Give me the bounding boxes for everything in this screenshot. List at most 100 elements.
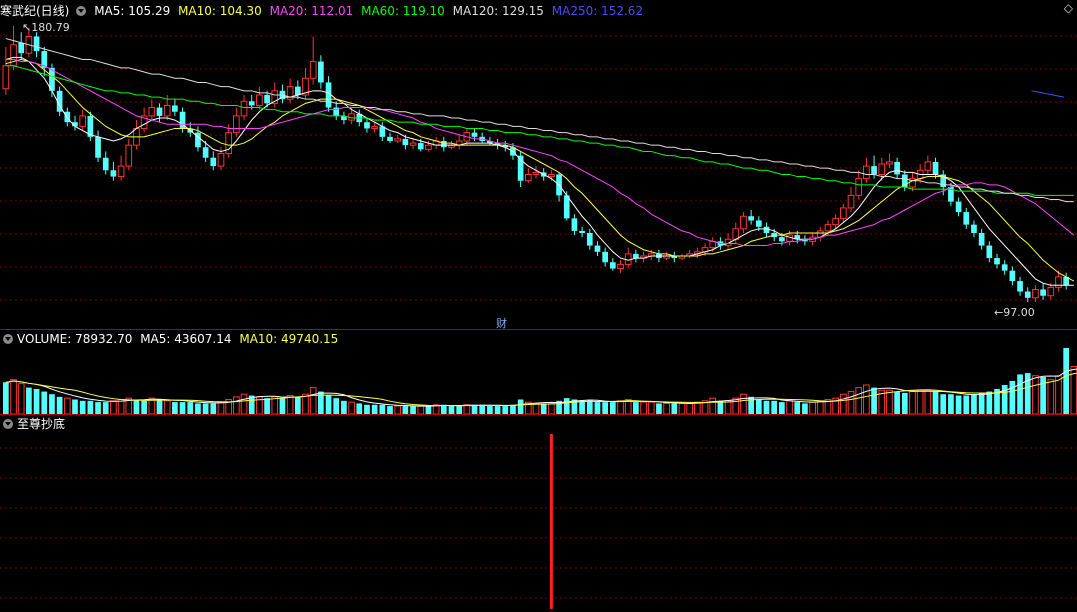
candle-body bbox=[855, 178, 863, 196]
volume-bar bbox=[871, 387, 877, 414]
low-annotation: ←97.00 bbox=[994, 306, 1035, 319]
volume-bar bbox=[79, 400, 86, 414]
volume-bar bbox=[740, 393, 747, 415]
candle-body bbox=[309, 61, 317, 79]
volume-bar bbox=[233, 396, 240, 415]
volume-bar bbox=[971, 394, 977, 414]
candle-body bbox=[117, 165, 125, 178]
volume-bar bbox=[63, 397, 71, 415]
volume-bar bbox=[894, 391, 900, 414]
volume-bar bbox=[656, 403, 662, 414]
volume-bar bbox=[309, 387, 317, 415]
candle-body bbox=[824, 224, 832, 232]
volume-bar bbox=[240, 393, 248, 415]
volume-bar bbox=[341, 400, 347, 414]
candle-body bbox=[202, 147, 209, 158]
volume-bar bbox=[901, 392, 908, 414]
finance-marker[interactable]: 财 bbox=[496, 315, 507, 331]
volume-bar bbox=[448, 406, 455, 414]
volume-bar bbox=[294, 396, 301, 414]
ma-line-ma120_a bbox=[5, 38, 1074, 203]
volume-bar bbox=[786, 400, 793, 415]
volume-bar bbox=[732, 397, 740, 415]
volume-bar bbox=[755, 399, 762, 414]
vol-ma10-label: MA10: 49740.15 bbox=[239, 332, 339, 346]
volume-bar bbox=[594, 402, 601, 414]
candle-body bbox=[586, 233, 593, 246]
candle-body bbox=[95, 136, 101, 158]
volume-bar bbox=[839, 393, 847, 415]
candle-body bbox=[609, 262, 616, 269]
candle-body bbox=[102, 157, 109, 171]
volume-bar bbox=[33, 388, 40, 414]
volume-bar bbox=[271, 396, 279, 415]
volume-bar bbox=[510, 404, 516, 414]
dropdown-icon[interactable] bbox=[76, 6, 87, 16]
candle-body bbox=[18, 42, 25, 54]
candle-body bbox=[594, 245, 601, 252]
candle-body bbox=[210, 157, 217, 167]
volume-bar bbox=[302, 393, 309, 415]
volume-bar bbox=[963, 395, 970, 414]
volume-bar bbox=[709, 397, 717, 415]
candle-body bbox=[1032, 288, 1039, 299]
candle-body bbox=[240, 100, 248, 117]
candle-body bbox=[110, 170, 117, 177]
candle-body bbox=[264, 95, 270, 104]
vol-ma10-line bbox=[5, 372, 1077, 407]
volume-bar bbox=[487, 406, 493, 414]
candle-body bbox=[256, 94, 263, 106]
volume-bar bbox=[794, 402, 801, 414]
panel-separator-2 bbox=[0, 414, 1077, 415]
volume-bar bbox=[717, 400, 724, 414]
diamond-icon[interactable]: ◇ bbox=[1064, 1, 1073, 15]
high-annotation: ↖180.79 bbox=[22, 21, 70, 34]
vol-ma5-label: MA5: 43607.14 bbox=[140, 332, 232, 346]
volume-bar bbox=[978, 392, 985, 414]
price-legend: 寒武纪(日线) MA5: 105.29 MA10: 104.30 MA20: 1… bbox=[0, 2, 647, 20]
candle-body bbox=[994, 258, 1000, 265]
candle-body bbox=[863, 165, 870, 180]
candle-body bbox=[233, 115, 240, 134]
volume-title: VOLUME: 78932.70 bbox=[17, 332, 133, 346]
high-value: 180.79 bbox=[31, 21, 70, 34]
candle-body bbox=[1017, 281, 1023, 292]
volume-bar bbox=[517, 399, 524, 414]
candle-body bbox=[579, 230, 585, 233]
volume-bar bbox=[694, 401, 701, 415]
volume-bar bbox=[56, 396, 63, 414]
volume-bar bbox=[724, 400, 732, 415]
candle-body bbox=[364, 122, 370, 129]
volume-bar bbox=[1063, 348, 1069, 414]
volume-bar bbox=[986, 391, 993, 414]
candle-body bbox=[548, 173, 555, 178]
volume-bar bbox=[471, 404, 478, 414]
ma5-label: MA5: 105.29 bbox=[94, 4, 171, 18]
volume-bar bbox=[264, 398, 270, 414]
ma-line-ma250 bbox=[1031, 90, 1064, 98]
volume-bar bbox=[686, 402, 694, 415]
volume-bar bbox=[1032, 375, 1039, 415]
candle-body bbox=[963, 212, 970, 225]
dropdown-icon[interactable] bbox=[3, 334, 13, 344]
candle-body bbox=[571, 218, 578, 231]
candle-body bbox=[163, 104, 171, 117]
dropdown-icon[interactable] bbox=[3, 419, 13, 429]
volume-bar bbox=[932, 391, 939, 414]
candle-body bbox=[172, 105, 178, 112]
volume-bar bbox=[210, 403, 217, 414]
ma120-label: MA120: 129.15 bbox=[452, 4, 544, 18]
volume-bar bbox=[863, 384, 870, 415]
volume-bar bbox=[1009, 381, 1016, 414]
candle-body bbox=[1055, 276, 1062, 288]
volume-bar bbox=[156, 399, 163, 414]
stock-name[interactable]: 寒武纪(日线) bbox=[0, 4, 69, 18]
candle-body bbox=[986, 245, 993, 259]
ma10-label: MA10: 104.30 bbox=[178, 4, 262, 18]
candle-body bbox=[871, 166, 877, 175]
volume-bar bbox=[647, 401, 655, 415]
candle-body bbox=[740, 215, 747, 230]
volume-bar bbox=[348, 401, 355, 415]
volume-bar bbox=[133, 399, 140, 414]
volume-bar bbox=[940, 394, 947, 414]
